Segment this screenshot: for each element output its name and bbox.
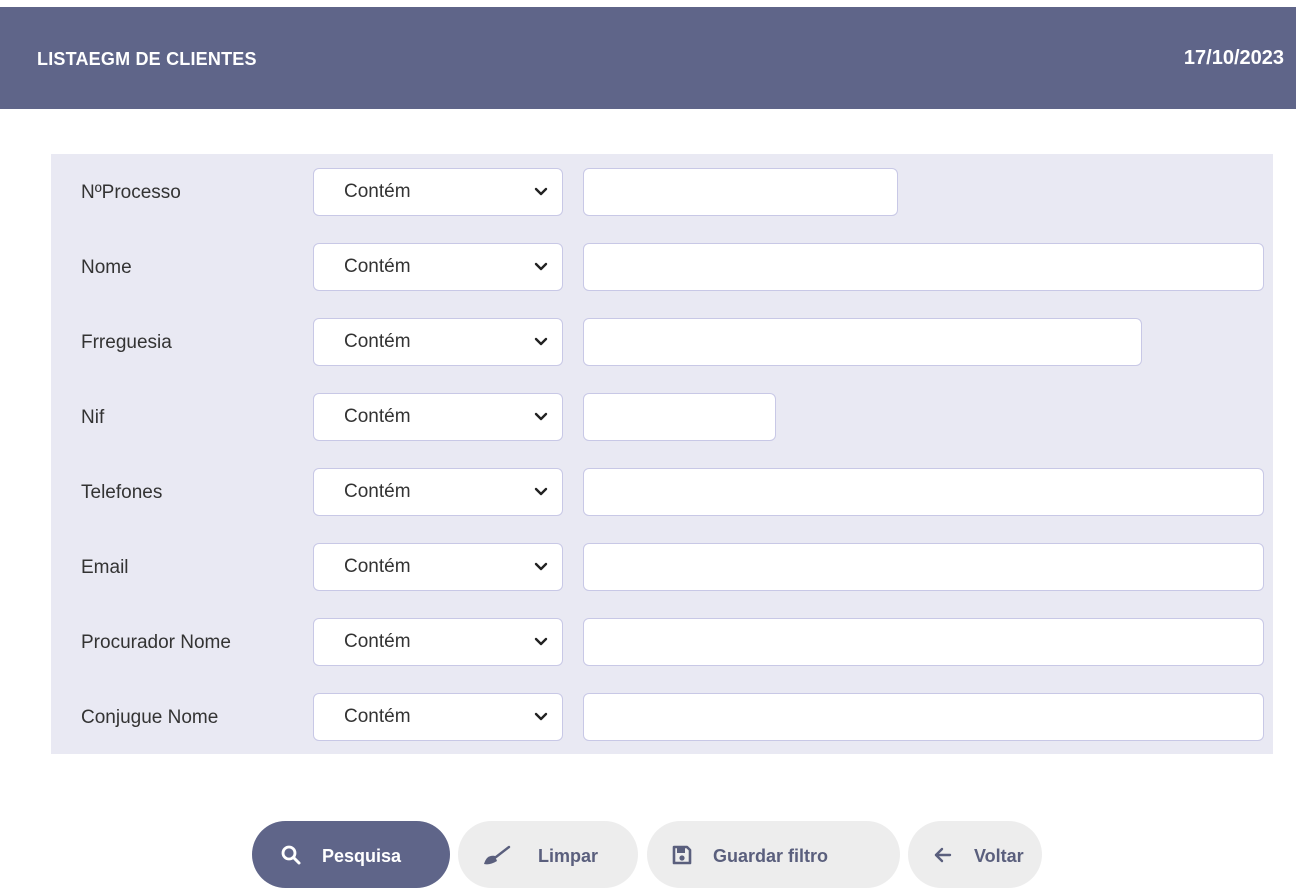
operator-select-telefones[interactable]: Contém	[313, 468, 563, 516]
save-filter-button[interactable]: Guardar filtro	[647, 821, 900, 888]
filter-label-freguesia: Frreguesia	[81, 332, 172, 353]
filter-row-processo: NºProcesso Contém	[51, 168, 1273, 218]
back-button[interactable]: Voltar	[908, 821, 1042, 888]
operator-select-procurador-nome[interactable]: Contém	[313, 618, 563, 666]
filter-row-email: Email Contém	[51, 543, 1273, 593]
clear-button-label: Limpar	[538, 846, 599, 866]
filter-row-telefones: Telefones Contém	[51, 468, 1273, 518]
filter-label-email: Email	[81, 557, 129, 578]
operator-value: Contém	[344, 256, 411, 277]
operator-select-freguesia[interactable]: Contém	[313, 318, 563, 366]
operator-select-nome[interactable]: Contém	[313, 243, 563, 291]
filter-label-procurador-nome: Procurador Nome	[81, 632, 231, 653]
filter-row-conjugue-nome: Conjugue Nome Contém	[51, 693, 1273, 743]
chevron-down-icon	[534, 337, 548, 346]
operator-value: Contém	[344, 481, 411, 502]
chevron-down-icon	[534, 487, 548, 496]
operator-select-nif[interactable]: Contém	[313, 393, 563, 441]
floppy-disk-icon	[672, 845, 692, 865]
value-input-processo[interactable]	[583, 168, 898, 216]
page-title: LISTAEGM DE CLIENTES	[37, 49, 257, 69]
operator-select-processo[interactable]: Contém	[313, 168, 563, 216]
value-input-email[interactable]	[583, 543, 1264, 591]
operator-value: Contém	[344, 406, 411, 427]
operator-value: Contém	[344, 631, 411, 652]
filter-label-conjugue-nome: Conjugue Nome	[81, 707, 219, 728]
current-date: 17/10/2023	[1183, 47, 1284, 69]
search-icon	[281, 845, 301, 865]
chevron-down-icon	[534, 637, 548, 646]
save-filter-button-label: Guardar filtro	[713, 846, 829, 866]
filter-row-nome: Nome Contém	[51, 243, 1273, 293]
operator-select-email[interactable]: Contém	[313, 543, 563, 591]
chevron-down-icon	[534, 262, 548, 271]
filter-label-nome: Nome	[81, 257, 132, 278]
filter-row-procurador-nome: Procurador Nome Contém	[51, 618, 1273, 668]
broom-icon	[484, 845, 511, 865]
arrow-left-icon	[934, 847, 952, 863]
chevron-down-icon	[534, 412, 548, 421]
value-input-conjugue-nome[interactable]	[583, 693, 1264, 741]
filter-row-nif: Nif Contém	[51, 393, 1273, 443]
operator-value: Contém	[344, 331, 411, 352]
search-button[interactable]: Pesquisa	[252, 821, 450, 888]
value-input-telefones[interactable]	[583, 468, 1264, 516]
chevron-down-icon	[534, 712, 548, 721]
operator-select-conjugue-nome[interactable]: Contém	[313, 693, 563, 741]
value-input-freguesia[interactable]	[583, 318, 1142, 366]
page-header: LISTAEGM DE CLIENTES 17/10/2023	[0, 7, 1296, 109]
chevron-down-icon	[534, 187, 548, 196]
value-input-procurador-nome[interactable]	[583, 618, 1264, 666]
filter-label-nif: Nif	[81, 407, 105, 428]
back-button-label: Voltar	[974, 846, 1024, 866]
search-button-label: Pesquisa	[322, 846, 402, 866]
filter-row-freguesia: Frreguesia Contém	[51, 318, 1273, 368]
operator-value: Contém	[344, 706, 411, 727]
clear-button[interactable]: Limpar	[458, 821, 638, 888]
operator-value: Contém	[344, 181, 411, 202]
filter-label-telefones: Telefones	[81, 482, 163, 503]
chevron-down-icon	[534, 562, 548, 571]
filter-panel: NºProcesso Contém Nome Contém Frreguesia…	[51, 154, 1273, 754]
value-input-nif[interactable]	[583, 393, 776, 441]
value-input-nome[interactable]	[583, 243, 1264, 291]
operator-value: Contém	[344, 556, 411, 577]
filter-label-processo: NºProcesso	[81, 182, 181, 203]
